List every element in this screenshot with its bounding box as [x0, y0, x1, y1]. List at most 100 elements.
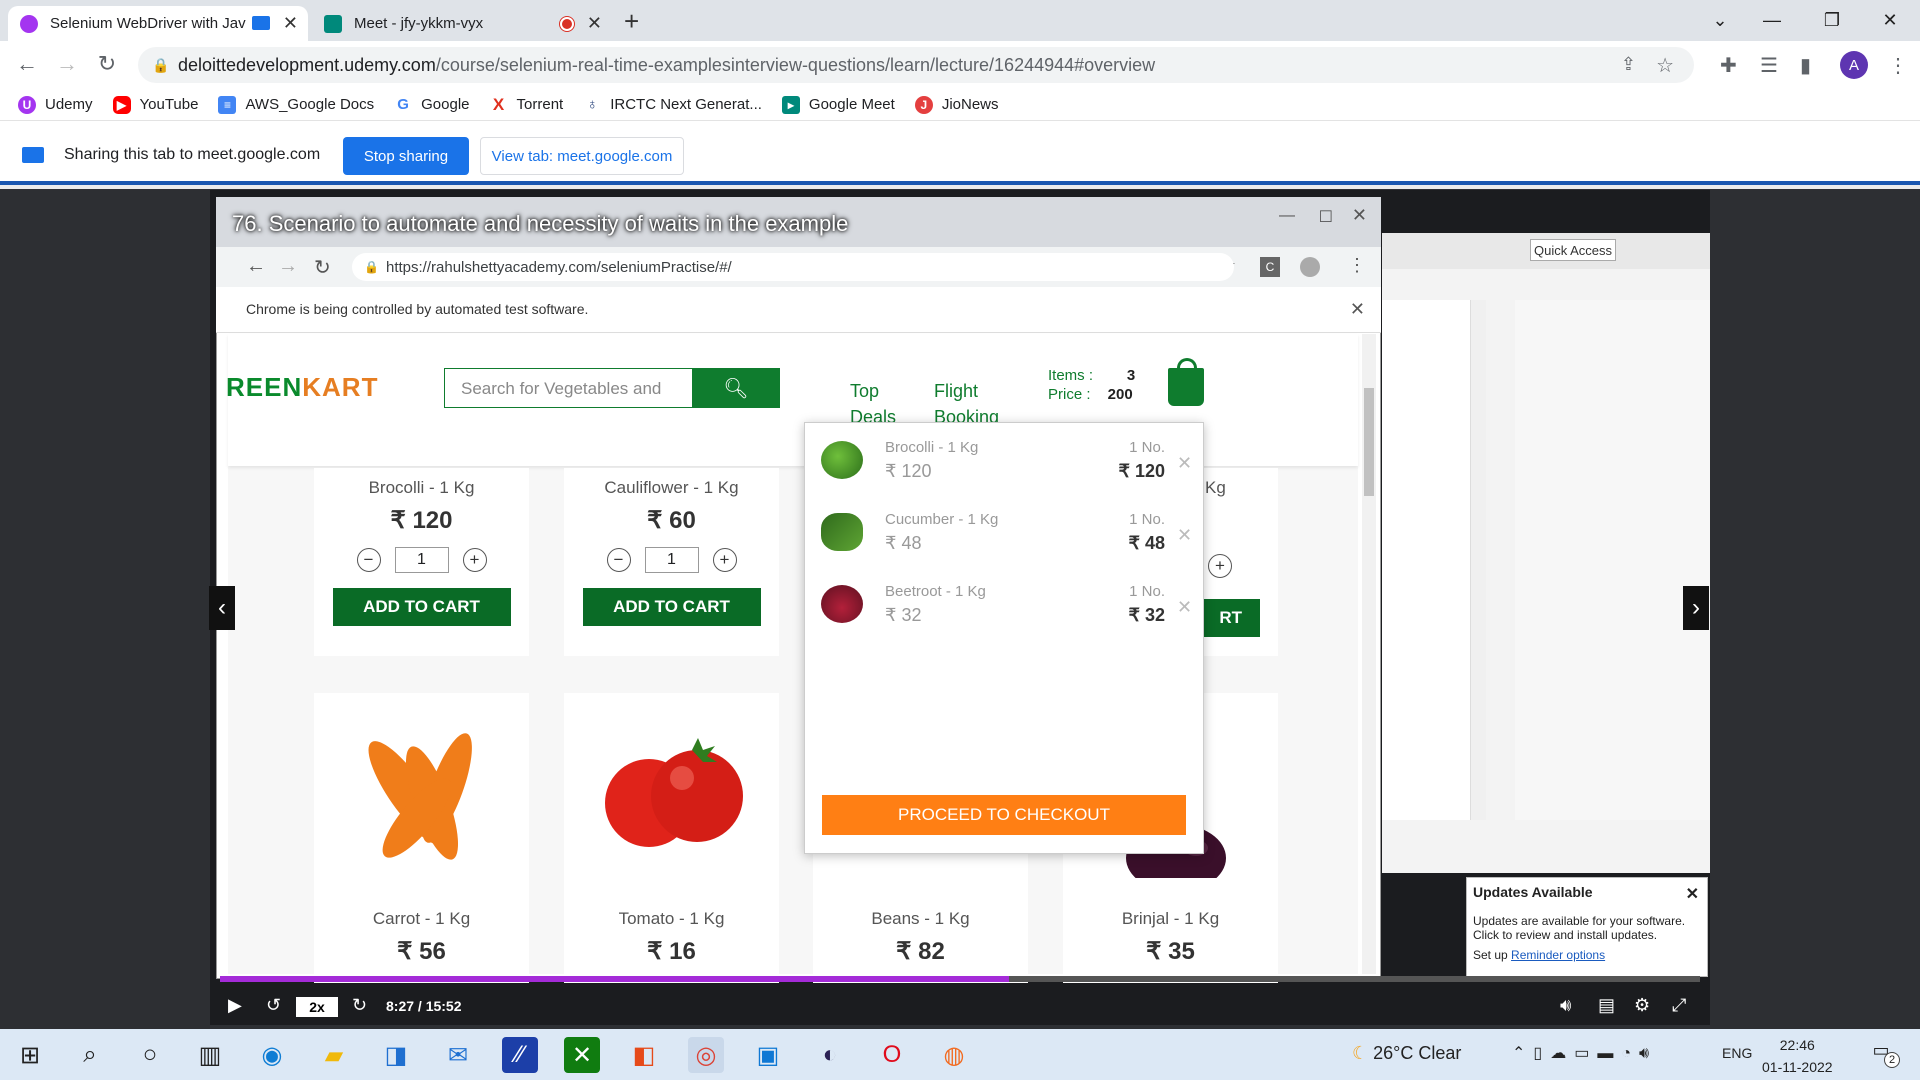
- address-bar[interactable]: 🔒 deloittedevelopment.udemy.com/course/s…: [138, 47, 1694, 83]
- windows-start-icon[interactable]: ⊞: [12, 1037, 48, 1073]
- system-tray-icons[interactable]: ⌃▯☁▭▬◔🔊︎: [1512, 1043, 1657, 1063]
- share-icon[interactable]: ⇪: [1621, 54, 1636, 75]
- add-to-cart-button[interactable]: ADD TO CART: [582, 588, 761, 626]
- search-icon[interactable]: ⌕: [72, 1037, 108, 1073]
- bookmark-udemy[interactable]: U Udemy: [18, 95, 93, 114]
- remove-item-icon[interactable]: ✕: [1177, 597, 1192, 618]
- reload-icon: ↻: [314, 257, 331, 279]
- volume-icon[interactable]: 🔊︎: [1560, 995, 1571, 1016]
- forward-icon[interactable]: ↻: [352, 995, 367, 1016]
- previous-lecture-button[interactable]: ‹: [209, 586, 235, 630]
- irctc-icon: ♁: [586, 96, 598, 113]
- menu-icon[interactable]: ⋮: [1888, 53, 1908, 78]
- xbox-icon[interactable]: ✕: [564, 1037, 600, 1073]
- bookmark-docs[interactable]: ≡ AWS_Google Docs: [218, 95, 374, 114]
- settings-icon[interactable]: ⚙: [1634, 995, 1650, 1016]
- back-icon[interactable]: ←: [13, 51, 41, 77]
- reminder-options-link[interactable]: Reminder options: [1511, 948, 1605, 962]
- forward-icon[interactable]: →: [53, 51, 81, 77]
- search-input[interactable]: Search for Vegetables and: [444, 368, 693, 408]
- mail-icon[interactable]: ✉: [440, 1037, 476, 1073]
- reload-icon[interactable]: ↻: [93, 51, 121, 77]
- close-icon[interactable]: ✕: [1686, 884, 1699, 904]
- clock[interactable]: 22:46 01-11-2022: [1762, 1034, 1833, 1078]
- notifications-icon[interactable]: ▭ 2: [1866, 1040, 1900, 1068]
- increment-button[interactable]: +: [462, 548, 487, 572]
- decrement-button[interactable]: −: [606, 548, 631, 572]
- store-icon[interactable]: ◨: [378, 1037, 414, 1073]
- eclipse-icon[interactable]: ◐: [812, 1037, 848, 1073]
- minimize-icon: —: [1279, 207, 1295, 224]
- close-icon: ✕: [1351, 205, 1367, 225]
- remove-item-icon[interactable]: ✕: [1177, 525, 1192, 546]
- forward-icon: →: [278, 255, 298, 277]
- url-domain: deloittedevelopment.udemy.com: [178, 54, 436, 75]
- app-window-icon[interactable]: ▣: [750, 1037, 786, 1073]
- quick-access-field[interactable]: Quick Access: [1530, 239, 1616, 261]
- bookmark-star-icon[interactable]: ☆: [1656, 53, 1674, 78]
- bookmark-youtube[interactable]: ▶ YouTube: [112, 95, 198, 114]
- quantity-input[interactable]: 1: [394, 547, 449, 573]
- tab-meet[interactable]: Meet - jfy-ykkm-vyx ✕: [312, 6, 612, 41]
- quantity-input[interactable]: 1: [644, 547, 699, 573]
- captions-icon[interactable]: ▤: [1598, 995, 1615, 1016]
- minimize-icon[interactable]: —: [1748, 0, 1796, 40]
- next-lecture-button[interactable]: ›: [1683, 586, 1709, 630]
- remove-item-icon[interactable]: ✕: [1177, 453, 1192, 474]
- decrement-button[interactable]: −: [356, 548, 381, 572]
- extensions-icon[interactable]: ✚: [1720, 53, 1737, 78]
- bookmark-meet[interactable]: ▸ Google Meet: [781, 95, 895, 114]
- brocolli-thumb: [821, 441, 863, 479]
- app-icon[interactable]: ◍: [936, 1037, 972, 1073]
- fullscreen-icon[interactable]: ⤢: [1672, 995, 1686, 1016]
- bookmark-jionews[interactable]: J JioNews: [914, 95, 999, 114]
- url-path: /course/selenium-real-time-examplesinter…: [435, 54, 1156, 75]
- sharing-bar: Sharing this tab to meet.google.com Stop…: [0, 121, 1920, 185]
- media-icon[interactable]: ☰: [1760, 53, 1778, 78]
- tab-search-icon[interactable]: ⌄: [1696, 0, 1744, 40]
- editor-scrollbar[interactable]: [1470, 300, 1486, 820]
- browser-toolbar: ← → ↻ 🔒 deloittedevelopment.udemy.com/co…: [0, 41, 1920, 89]
- window-close-icon[interactable]: ✕: [1866, 0, 1914, 40]
- video-progress-fill: [220, 976, 1009, 982]
- close-icon[interactable]: ✕: [283, 13, 298, 34]
- chrome-icon[interactable]: ◎: [688, 1037, 724, 1073]
- avatar[interactable]: A: [1840, 51, 1868, 79]
- task-view-icon[interactable]: ▥: [192, 1037, 228, 1073]
- office-icon[interactable]: ◧: [626, 1037, 662, 1073]
- eclipse-outline-pane: [1515, 300, 1710, 820]
- view-tab-button[interactable]: View tab: meet.google.com: [480, 137, 684, 175]
- eclipse-editor: [1382, 300, 1470, 820]
- edge-icon[interactable]: ◉: [254, 1037, 290, 1073]
- recording-icon: [560, 17, 574, 31]
- search-button[interactable]: 🔍︎: [692, 368, 780, 408]
- close-icon[interactable]: ✕: [587, 13, 602, 34]
- play-icon[interactable]: ▶: [228, 995, 242, 1016]
- rewind-icon[interactable]: ↺: [266, 995, 281, 1016]
- cortana-icon[interactable]: ○: [132, 1037, 168, 1073]
- file-explorer-icon[interactable]: ▰: [316, 1037, 352, 1073]
- add-to-cart-button[interactable]: ADD TO CART: [332, 588, 511, 626]
- proceed-to-checkout-button[interactable]: PROCEED TO CHECKOUT: [822, 795, 1186, 835]
- tab-selenium[interactable]: Selenium WebDriver with Jav ✕: [8, 6, 308, 41]
- playback-speed-button[interactable]: 2x: [296, 997, 338, 1017]
- screen-share-icon: [252, 16, 270, 30]
- app-icon[interactable]: ⁄⁄: [502, 1037, 538, 1073]
- sharing-text: Sharing this tab to meet.google.com: [64, 146, 321, 163]
- weather-widget[interactable]: ☾ 26°C Clear: [1352, 1043, 1461, 1064]
- side-panel-icon[interactable]: ▮: [1800, 53, 1811, 78]
- bookmark-torrent[interactable]: X Torrent: [490, 95, 563, 114]
- updates-popup[interactable]: Updates Available ✕ Updates are availabl…: [1466, 877, 1708, 977]
- bookmark-irctc[interactable]: ♁ IRCTC Next Generat...: [583, 96, 762, 114]
- opera-icon[interactable]: O: [874, 1037, 910, 1073]
- greenkart-logo: REENKART: [226, 372, 379, 402]
- language-indicator[interactable]: ENG: [1722, 1045, 1752, 1061]
- restore-icon[interactable]: ❐: [1808, 0, 1856, 40]
- cart-bag-icon[interactable]: [1168, 358, 1204, 406]
- increment-button[interactable]: +: [1208, 554, 1232, 578]
- scrollbar-thumb[interactable]: [1364, 388, 1374, 496]
- bookmark-google[interactable]: G Google: [394, 96, 469, 114]
- stop-sharing-button[interactable]: Stop sharing: [343, 137, 469, 175]
- increment-button[interactable]: +: [712, 548, 737, 572]
- new-tab-icon[interactable]: +: [624, 6, 639, 37]
